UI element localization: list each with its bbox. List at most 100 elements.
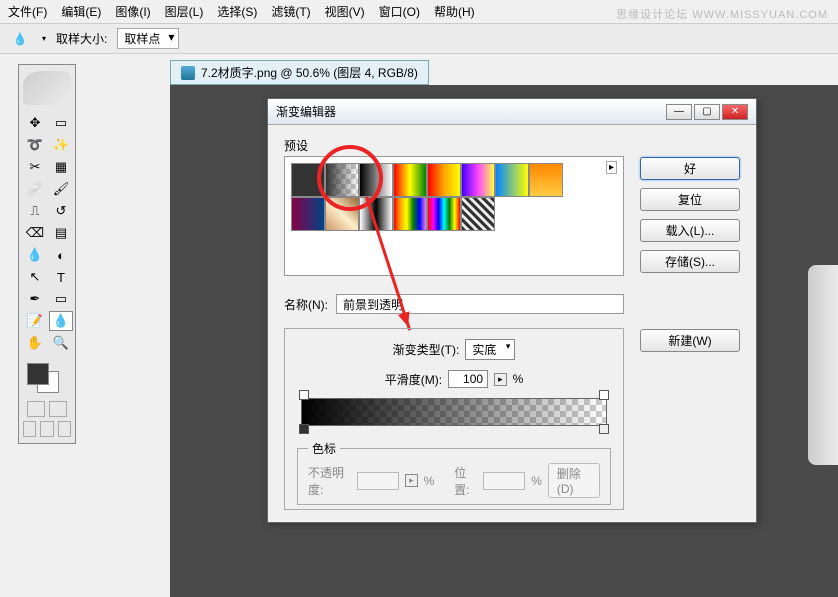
quickmask-toggle[interactable] — [27, 401, 45, 417]
opacity-stop-left[interactable] — [299, 390, 309, 400]
pen-tool[interactable]: ✒ — [23, 289, 47, 309]
color-stop-right[interactable] — [599, 424, 609, 434]
brush-tool[interactable]: 🖌 — [49, 179, 73, 199]
wand-tool[interactable]: ✨ — [49, 135, 73, 155]
smooth-spinner[interactable]: ▸ — [494, 373, 507, 386]
menu-help[interactable]: 帮助(H) — [434, 3, 475, 20]
preset-menu-button[interactable]: ▸ — [606, 161, 617, 174]
preset-swatch[interactable] — [291, 197, 325, 231]
eyedropper-icon[interactable]: 💧 — [8, 29, 32, 49]
options-bar: 💧 ▾ 取样大小: 取样点 ▾ — [0, 24, 838, 54]
menu-file[interactable]: 文件(F) — [8, 3, 47, 20]
preset-swatch[interactable] — [359, 163, 393, 197]
document-tab[interactable]: 7.2材质字.png @ 50.6% (图层 4, RGB/8) — [170, 60, 429, 85]
hand-tool[interactable]: ✋ — [23, 333, 47, 353]
opacity-label: 不透明度: — [308, 464, 351, 498]
color-stop-left[interactable] — [299, 424, 309, 434]
document-title: 7.2材质字.png @ 50.6% (图层 4, RGB/8) — [201, 64, 418, 81]
preset-swatch[interactable] — [393, 197, 427, 231]
pct2: % — [531, 474, 542, 488]
gradient-settings: 渐变类型(T): 实底 平滑度(M): ▸ % 色标 — [284, 328, 624, 510]
slice-tool[interactable]: ▦ — [49, 157, 73, 177]
blur-tool[interactable]: 💧 — [23, 245, 47, 265]
percent-label: % — [513, 372, 524, 386]
reset-button[interactable]: 复位 — [640, 188, 740, 211]
type-tool[interactable]: T — [49, 267, 73, 287]
dialog-titlebar[interactable]: 渐变编辑器 — ▢ ✕ — [268, 99, 756, 125]
preset-swatch[interactable] — [495, 163, 529, 197]
name-label: 名称(N): — [284, 296, 328, 313]
name-input[interactable] — [336, 294, 624, 314]
stops-legend: 色标 — [308, 440, 340, 457]
preset-swatch[interactable] — [427, 197, 461, 231]
zoom-tool[interactable]: 🔍 — [49, 333, 73, 353]
shape-tool[interactable]: ▭ — [49, 289, 73, 309]
minimize-button[interactable]: — — [666, 104, 692, 120]
close-button[interactable]: ✕ — [722, 104, 748, 120]
stamp-tool[interactable]: ⎍ — [23, 201, 47, 221]
notes-tool[interactable]: 📝 — [23, 311, 47, 331]
gradient-editor-dialog: 渐变编辑器 — ▢ ✕ 预设 ▸ — [267, 98, 757, 523]
toolbox: ✥ ▭ ➰ ✨ ✂ ▦ 🩹 🖌 ⎍ ↺ ⌫ ▤ 💧 ◐ ↖ T ✒ ▭ 📝 💧 … — [18, 64, 76, 444]
watermark: 思缘设计论坛 WWW.MISSYUAN.COM — [616, 6, 828, 22]
stops-fieldset: 色标 不透明度: ▸ % 位置: % 删除(D) — [297, 440, 611, 505]
ps-file-icon — [181, 66, 195, 80]
lasso-tool[interactable]: ➰ — [23, 135, 47, 155]
delete-stop-button: 删除(D) — [548, 463, 600, 498]
type-select[interactable]: 实底 — [465, 339, 515, 360]
menu-window[interactable]: 窗口(O) — [379, 3, 420, 20]
mode-b[interactable] — [40, 421, 53, 437]
mode-c[interactable] — [58, 421, 71, 437]
dodge-tool[interactable]: ◐ — [49, 245, 73, 265]
menu-select[interactable]: 选择(S) — [217, 3, 257, 20]
opacity-input — [357, 472, 399, 490]
menu-view[interactable]: 视图(V) — [325, 3, 365, 20]
heal-tool[interactable]: 🩹 — [23, 179, 47, 199]
load-button[interactable]: 载入(L)... — [640, 219, 740, 242]
pct1: % — [424, 474, 435, 488]
tool-preset-arrow[interactable]: ▾ — [42, 34, 46, 43]
gradient-tool[interactable]: ▤ — [49, 223, 73, 243]
marquee-tool[interactable]: ▭ — [49, 113, 73, 133]
sample-size-select[interactable]: 取样点 ▾ — [117, 28, 179, 49]
feather-icon — [23, 71, 71, 105]
smooth-input[interactable] — [448, 370, 488, 388]
menu-filter[interactable]: 滤镜(T) — [271, 3, 310, 20]
save-button[interactable]: 存储(S)... — [640, 250, 740, 273]
ok-button[interactable]: 好 — [640, 157, 740, 180]
move-tool[interactable]: ✥ — [23, 113, 47, 133]
preset-swatch[interactable] — [291, 163, 325, 197]
mode-a[interactable] — [23, 421, 36, 437]
menu-edit[interactable]: 编辑(E) — [61, 3, 101, 20]
menu-image[interactable]: 图像(I) — [115, 3, 150, 20]
watch-image — [768, 265, 838, 465]
crop-tool[interactable]: ✂ — [23, 157, 47, 177]
sample-size-label: 取样大小: — [56, 30, 107, 47]
preset-swatch[interactable] — [461, 197, 495, 231]
preset-swatch[interactable] — [393, 163, 427, 197]
position-label: 位置: — [454, 464, 477, 498]
maximize-button[interactable]: ▢ — [694, 104, 720, 120]
opacity-spinner: ▸ — [405, 474, 418, 487]
fg-color-swatch[interactable] — [27, 363, 49, 385]
history-brush-tool[interactable]: ↺ — [49, 201, 73, 221]
presets-label: 预设 — [284, 137, 624, 154]
preset-swatch[interactable] — [529, 163, 563, 197]
screenmode-toggle[interactable] — [49, 401, 67, 417]
smooth-label: 平滑度(M): — [385, 371, 442, 388]
color-swatches[interactable] — [23, 361, 71, 397]
preset-swatch[interactable] — [325, 197, 359, 231]
opacity-stop-right[interactable] — [599, 390, 609, 400]
gradient-bar[interactable] — [301, 398, 607, 426]
presets-box: ▸ — [284, 156, 624, 276]
preset-swatch[interactable] — [427, 163, 461, 197]
type-label: 渐变类型(T): — [393, 341, 460, 358]
dialog-title: 渐变编辑器 — [276, 103, 336, 120]
eyedropper-tool[interactable]: 💧 — [49, 311, 73, 331]
eraser-tool[interactable]: ⌫ — [23, 223, 47, 243]
preset-swatch[interactable] — [325, 163, 359, 197]
path-select-tool[interactable]: ↖ — [23, 267, 47, 287]
menu-layer[interactable]: 图层(L) — [165, 3, 204, 20]
preset-swatch[interactable] — [461, 163, 495, 197]
new-button[interactable]: 新建(W) — [640, 329, 740, 352]
